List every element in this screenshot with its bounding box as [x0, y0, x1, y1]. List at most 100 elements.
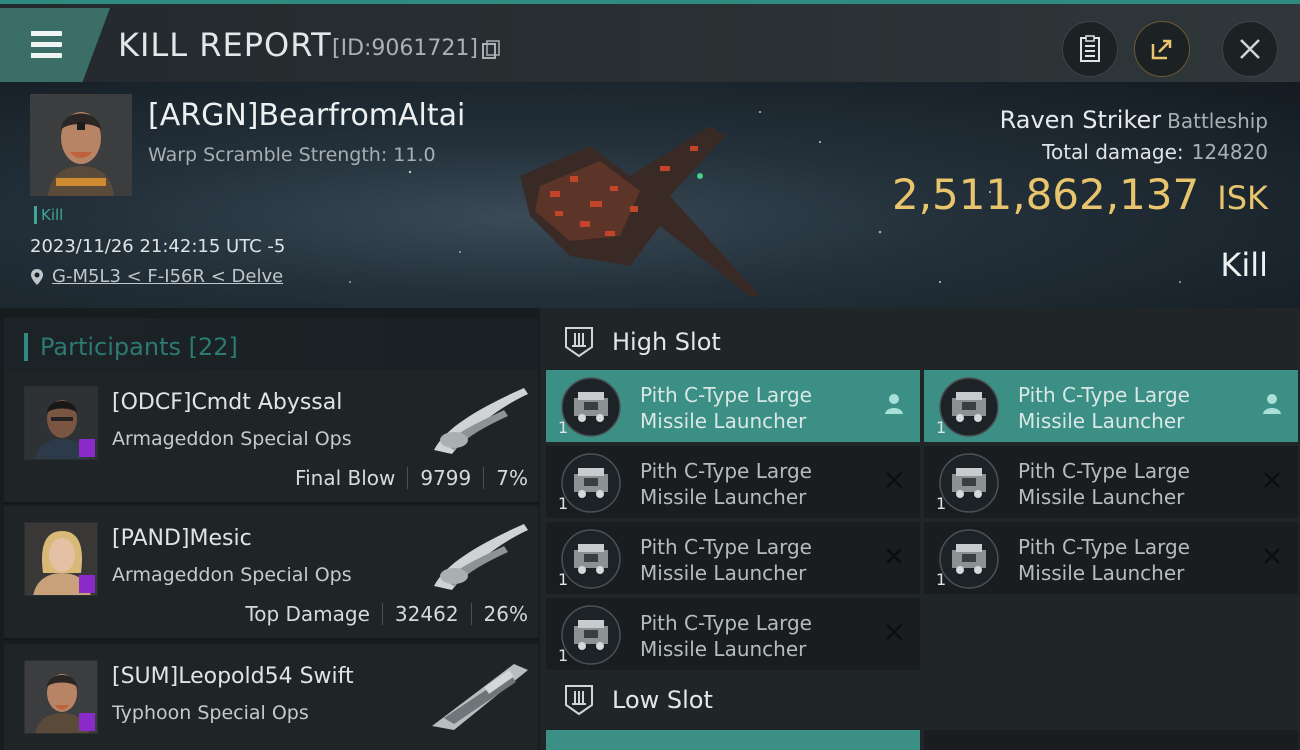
copy-icon[interactable]: [482, 40, 500, 60]
module-item[interactable]: 1 Pith C-Type Large Missile Launcher: [924, 446, 1298, 518]
participant-ship-image: [434, 388, 528, 454]
module-quantity: 1: [558, 418, 569, 437]
avatar: [24, 386, 98, 460]
destroyed-icon: [1264, 472, 1280, 488]
destroyed-icon: [886, 548, 902, 564]
location-link[interactable]: G-M5L3 < F-I56R < Delve: [52, 266, 283, 287]
low-slot-label: Low Slot: [612, 686, 713, 714]
warp-scramble-strength: Warp Scramble Strength: 11.0: [148, 144, 436, 166]
kill-location[interactable]: G-M5L3 < F-I56R < Delve: [30, 266, 283, 287]
participant-ship-image: [432, 664, 528, 730]
low-slot-header: Low Slot: [546, 670, 1300, 730]
module-name-line1: Pith C-Type Large: [1018, 535, 1190, 559]
module-name-line2: Missile Launcher: [1018, 485, 1185, 509]
module-quantity: 1: [558, 570, 569, 589]
module-item[interactable]: 1 Pith C-Type Large Missile Launcher: [546, 370, 920, 442]
participant-row[interactable]: [SUM]Leopold54 Swift Typhoon Special Ops: [4, 644, 538, 750]
participant-row[interactable]: [PAND]Mesic Armageddon Special Ops Top D…: [4, 506, 538, 640]
kill-tag: Kill: [34, 206, 63, 224]
destroyed-icon: [886, 472, 902, 488]
module-item[interactable]: 1 Pith C-Type Large Missile Launcher: [924, 522, 1298, 594]
participant-percent: 26%: [483, 602, 528, 626]
missile-launcher-icon: [939, 377, 999, 437]
total-damage: Total damage: 124820: [1042, 140, 1268, 164]
share-icon: [1151, 39, 1172, 60]
missile-launcher-icon: [561, 453, 621, 513]
separator: [381, 603, 383, 625]
location-pin-icon: [31, 268, 43, 285]
high-slot-header: High Slot: [546, 312, 1300, 372]
implant-badge: [79, 439, 95, 457]
participant-row[interactable]: [ODCF]Cmdt Abyssal Armageddon Special Op…: [4, 370, 538, 504]
participants-panel: Participants [22] [ODCF]Cmdt Abyssal Arm…: [0, 308, 540, 750]
module-name-line1: Pith C-Type Large: [1018, 459, 1190, 483]
fitting-panel: High Slot 1 Pith C-Type Large Missile La…: [540, 308, 1300, 750]
clipboard-icon: [1080, 35, 1100, 62]
page-title: KILL REPORT: [118, 26, 332, 64]
module-name-line2: Missile Launcher: [640, 637, 807, 661]
kill-timestamp: 2023/11/26 21:42:15 UTC -5: [30, 236, 286, 257]
module-name-line1: Pith C-Type Large: [1018, 383, 1190, 407]
module-quantity: 1: [558, 646, 569, 665]
destroyed-icon: [1264, 548, 1280, 564]
participant-damage: 32462: [394, 602, 459, 626]
victim-ship[interactable]: Raven Striker Battleship: [1000, 106, 1268, 134]
avatar: [24, 660, 98, 734]
clipboard-button[interactable]: [1062, 21, 1118, 77]
module-name-line2: Missile Launcher: [1018, 561, 1185, 585]
implant-badge: [79, 575, 95, 593]
participant-stats: Final Blow 9799 7%: [295, 466, 528, 490]
high-slot-icon: [565, 327, 593, 358]
avatar: [24, 522, 98, 596]
close-button[interactable]: [1222, 21, 1278, 77]
participant-ship-image: [434, 524, 528, 590]
module-name-line2: Missile Launcher: [640, 409, 807, 433]
separator: [470, 603, 472, 625]
separator: [407, 467, 409, 489]
module-name-line1: Pith C-Type Large: [640, 383, 812, 407]
participants-header[interactable]: Participants [22]: [4, 318, 538, 376]
share-button[interactable]: [1134, 21, 1190, 77]
separator: [483, 467, 485, 489]
report-id: [ID:9061721]: [332, 36, 478, 61]
module-quantity: 1: [936, 418, 947, 437]
isk-value: 2,511,862,137 ISK: [892, 170, 1268, 219]
participant-percent: 7%: [496, 466, 528, 490]
participant-ship: Armageddon Special Ops: [112, 564, 352, 586]
module-name: Pith C-Type Large Missile Launcher: [1018, 382, 1238, 434]
isk-amount: 2,511,862,137: [891, 170, 1200, 219]
module-item-partial[interactable]: [924, 730, 1298, 750]
participant-ship: Typhoon Special Ops: [112, 702, 309, 724]
module-item[interactable]: 1 Pith C-Type Large Missile Launcher: [546, 446, 920, 518]
participant-role: Top Damage: [245, 602, 370, 626]
module-name: Pith C-Type Large Missile Launcher: [1018, 534, 1238, 586]
victim-name[interactable]: [ARGN]BearfromAltai: [148, 98, 465, 133]
module-name: Pith C-Type Large Missile Launcher: [1018, 458, 1238, 510]
pilot-icon: [1263, 394, 1281, 414]
participant-damage: 9799: [420, 466, 472, 490]
module-item-partial[interactable]: [546, 730, 920, 750]
module-item[interactable]: 1 Pith C-Type Large Missile Launcher: [546, 598, 920, 670]
menu-icon: [25, 31, 62, 59]
module-item[interactable]: 1 Pith C-Type Large Missile Launcher: [924, 370, 1298, 442]
victim-portrait[interactable]: [30, 94, 132, 196]
total-damage-value: 124820: [1191, 140, 1268, 164]
module-quantity: 1: [936, 570, 947, 589]
participant-ship: Armageddon Special Ops: [112, 428, 352, 450]
module-name: Pith C-Type Large Missile Launcher: [640, 382, 860, 434]
missile-launcher-icon: [939, 529, 999, 589]
participant-name: [ODCF]Cmdt Abyssal: [112, 390, 343, 415]
destroyed-icon: [886, 624, 902, 640]
module-item[interactable]: 1 Pith C-Type Large Missile Launcher: [546, 522, 920, 594]
module-quantity: 1: [936, 494, 947, 513]
participants-title: Participants [22]: [40, 333, 238, 361]
module-name: Pith C-Type Large Missile Launcher: [640, 458, 860, 510]
module-name-line2: Missile Launcher: [640, 485, 807, 509]
victim-ship-image: [520, 126, 760, 296]
menu-button[interactable]: [0, 8, 110, 82]
low-slot-icon: [565, 685, 593, 716]
ship-name: Raven Striker: [999, 106, 1162, 134]
high-slot-label: High Slot: [612, 328, 721, 356]
result-label: Kill: [1220, 246, 1268, 284]
ship-class: Battleship: [1167, 109, 1268, 133]
